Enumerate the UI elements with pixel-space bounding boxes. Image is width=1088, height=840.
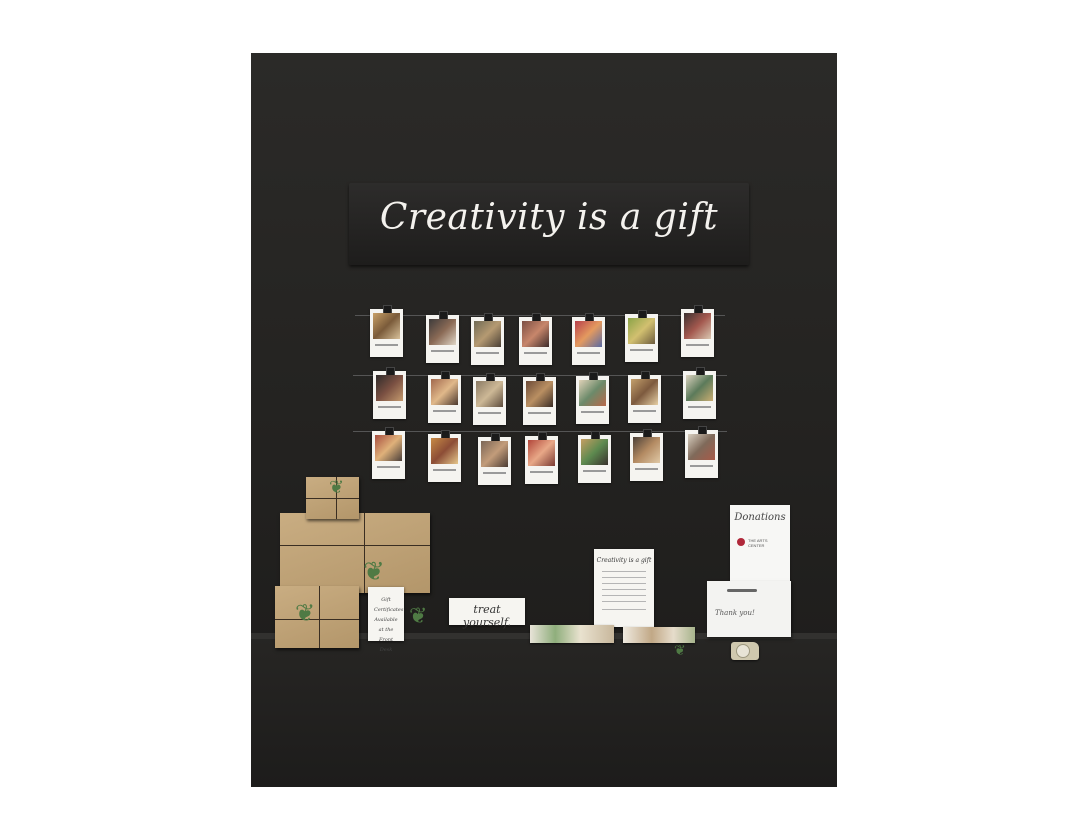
photo-image (528, 440, 555, 466)
polaroid-photo (426, 311, 459, 363)
polaroid-photo (578, 431, 611, 483)
tape-roll (736, 644, 750, 658)
photo-image (375, 435, 402, 461)
polaroid-photo (428, 371, 461, 423)
photo-image (476, 381, 503, 407)
donation-box: Thank you! (707, 581, 791, 637)
thank-you-text: Thank you! (715, 609, 755, 617)
arts-center-logo-icon (737, 538, 745, 546)
photo-image (575, 321, 602, 347)
photo-image (376, 375, 403, 401)
gift-box-front (275, 586, 359, 648)
photo-image (579, 380, 606, 406)
photo-image (633, 437, 660, 463)
creativity-banner: Creativity is a gift (349, 183, 749, 265)
polaroid-photo (519, 313, 552, 365)
photo-image (581, 439, 608, 465)
polaroid-photo (572, 313, 605, 365)
polaroid-photo (685, 426, 718, 478)
photo-image (686, 375, 713, 401)
polaroid-photo (630, 429, 663, 481)
polaroid-photo (373, 367, 406, 419)
banner-text: Creativity is a gift (379, 197, 719, 238)
polaroid-photo (628, 371, 661, 423)
gift-certificate-text: Gift Certificates Available at the Front… (374, 597, 404, 653)
donation-box-sign: Donations THE ARTS CENTER (730, 505, 790, 583)
photo-image (628, 318, 655, 344)
brochure-stack (530, 625, 614, 643)
polaroid-photo (683, 367, 716, 419)
treat-yourself-card: treat yourself. (449, 598, 525, 629)
photo-image (522, 321, 549, 347)
donations-title: Donations (734, 512, 786, 523)
photo-image (688, 434, 715, 460)
gift-certificate-sign: Gift Certificates Available at the Front… (368, 587, 404, 653)
evergreen-sprig-icon: ❦ (363, 557, 385, 587)
photo-image (684, 313, 711, 339)
photo-image (431, 379, 458, 405)
photo-image (481, 441, 508, 467)
polaroid-photo (681, 305, 714, 357)
polaroid-photo (478, 433, 511, 485)
brochure-stack (623, 627, 695, 643)
arts-center-logo-text: THE ARTS CENTER (748, 538, 768, 548)
evergreen-sprig-icon: ❦ (409, 604, 428, 629)
tape-dispenser (731, 642, 759, 660)
photo-frame: Creativity is a gift ❦ ❦ ❦ ❦ ❦ Gift Cert… (251, 53, 837, 787)
evergreen-sprig-icon: ❦ (329, 477, 345, 498)
evergreen-sprig-icon: ❦ (674, 643, 686, 659)
polaroid-photo (473, 373, 506, 425)
photo-image (526, 381, 553, 407)
photo-image (431, 438, 458, 464)
polaroid-photo (625, 310, 658, 362)
polaroid-photo (525, 432, 558, 484)
info-sign: Creativity is a gift (594, 549, 654, 627)
photo-image (373, 313, 400, 339)
polaroid-photo (471, 313, 504, 365)
polaroid-photo (576, 372, 609, 424)
photo-image (631, 379, 658, 405)
gift-box-large (280, 513, 430, 593)
polaroid-photo (523, 373, 556, 425)
treat-yourself-text: treat yourself. (462, 603, 512, 629)
photo-image (429, 319, 456, 345)
polaroid-photo (372, 427, 405, 479)
info-sign-title: Creativity is a gift (596, 557, 652, 564)
coin-slot (727, 589, 757, 592)
photo-image (474, 321, 501, 347)
evergreen-sprig-icon: ❦ (295, 599, 316, 627)
polaroid-photo (428, 430, 461, 482)
polaroid-photo (370, 305, 403, 357)
